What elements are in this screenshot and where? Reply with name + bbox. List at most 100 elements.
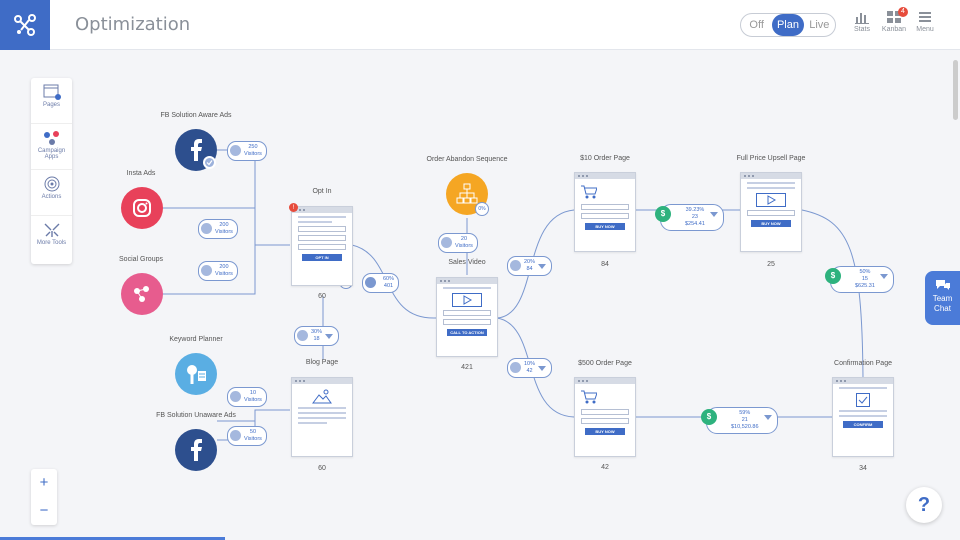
optin-sales-stat[interactable]: 60% 401 <box>362 273 400 293</box>
fb-unaware-visitors[interactable]: 50 Visitors <box>227 426 267 446</box>
dollar-icon: $ <box>825 268 841 284</box>
blog-page[interactable] <box>291 377 353 457</box>
order500-page[interactable]: BUY NOW <box>574 377 636 457</box>
apps-icon <box>43 131 59 145</box>
app-logo[interactable] <box>0 0 50 50</box>
optin-count: 60 <box>318 293 326 300</box>
order10-page[interactable]: BUY NOW <box>574 172 636 252</box>
order500-count: 42 <box>601 464 609 471</box>
order500-label: $500 Order Page <box>578 360 632 367</box>
mode-toggle: Off Plan Live <box>740 13 836 37</box>
sales-video-page[interactable]: CALL TO ACTION <box>436 277 498 357</box>
social-visitors[interactable]: 200 Visitors <box>198 261 238 281</box>
zoom-controls: + − <box>31 469 57 525</box>
order10-count: 84 <box>601 261 609 268</box>
optin-page-button: OPT IN <box>302 254 342 261</box>
page-title: Optimization <box>75 14 191 35</box>
dollar-icon: $ <box>655 206 671 222</box>
keyword-label: Keyword Planner <box>169 336 223 343</box>
social-share-icon <box>134 286 149 302</box>
upsell-label: Full Price Upsell Page <box>736 155 806 162</box>
image-placeholder-icon <box>312 389 332 404</box>
target-icon <box>44 176 59 192</box>
mode-off-button[interactable]: Off <box>741 14 772 36</box>
sales-count: 421 <box>461 364 473 371</box>
kanban-badge: 4 <box>898 7 908 17</box>
keyword-planner-node[interactable] <box>175 353 217 395</box>
tools-icon <box>44 223 59 237</box>
insta-label: Insta Ads <box>126 170 156 177</box>
vertical-scrollbar[interactable] <box>953 60 958 120</box>
order10-revenue[interactable]: $39.23% 23 $254.41 <box>655 204 724 231</box>
dollar-icon: $ <box>701 409 717 425</box>
social-groups-node[interactable] <box>121 273 163 315</box>
upsell-buy-button: BUY NOW <box>751 220 791 227</box>
funnel-network-icon <box>14 14 36 36</box>
blog-label: Blog Page <box>305 359 339 366</box>
confirm-count: 34 <box>859 465 867 472</box>
upsell-count: 25 <box>767 261 775 268</box>
play-video-icon <box>452 293 482 307</box>
fb-unaware-label: FB Solution Unaware Ads <box>156 412 236 419</box>
facebook-icon <box>191 139 202 161</box>
sales-label: Sales Video <box>448 259 486 266</box>
fb-aware-visitors[interactable]: 250 Visitors <box>227 141 267 161</box>
facebook-icon <box>191 439 202 461</box>
fb-aware-label: FB Solution Aware Ads <box>160 112 232 119</box>
campaign-apps-tool[interactable]: Campaign Apps <box>31 124 72 170</box>
mode-live-button[interactable]: Live <box>804 14 835 36</box>
stats-button[interactable]: Stats <box>845 10 879 33</box>
menu-button[interactable]: Menu <box>908 10 942 33</box>
upsell-page[interactable]: BUY NOW <box>740 172 802 252</box>
abandon-zero-stat: 0% <box>475 202 489 216</box>
blog-count: 60 <box>318 465 326 472</box>
instagram-icon <box>133 199 151 217</box>
sales-10-stat[interactable]: 20% 84 <box>507 256 553 276</box>
funnel-canvas[interactable]: FB Solution Aware Ads Insta Ads Social G… <box>0 50 960 540</box>
insta-node[interactable] <box>121 187 163 229</box>
sales-page-button: CALL TO ACTION <box>447 329 487 336</box>
menu-label: Menu <box>916 26 934 33</box>
keyword-visitors[interactable]: 10 Visitors <box>227 387 267 407</box>
play-video-icon <box>756 193 786 207</box>
zoom-out-button[interactable]: − <box>31 497 57 525</box>
shopping-cart-icon <box>581 185 597 199</box>
mode-plan-button[interactable]: Plan <box>772 14 804 36</box>
sequence-flow-icon <box>456 183 478 204</box>
help-button[interactable]: ? <box>906 487 942 523</box>
confirmation-page[interactable]: CONFIRM <box>832 377 894 457</box>
kanban-button[interactable]: 4 Kanban <box>877 7 911 33</box>
order10-label: $10 Order Page <box>580 155 630 162</box>
insta-visitors[interactable]: 200 Visitors <box>198 219 238 239</box>
abandon-label: Order Abandon Sequence <box>426 156 508 163</box>
order10-buy-button: BUY NOW <box>585 223 625 230</box>
optin-page[interactable]: OPT IN <box>291 206 353 286</box>
stats-label: Stats <box>854 26 870 33</box>
shopping-cart-icon <box>581 390 597 404</box>
top-header: Optimization Off Plan Live Stats 4 Kanba… <box>0 0 960 50</box>
fb-unaware-node[interactable] <box>175 429 217 471</box>
actions-tool[interactable]: Actions <box>31 170 72 216</box>
check-badge-icon <box>203 156 216 169</box>
chat-bubbles-icon <box>935 280 950 290</box>
bar-chart-icon <box>855 13 869 24</box>
more-tools-tool[interactable]: More Tools <box>31 216 72 262</box>
checkbox-icon <box>856 393 870 407</box>
left-toolbox: Pages Campaign Apps Actions More Tools <box>31 78 72 264</box>
social-label: Social Groups <box>119 256 163 263</box>
page-add-icon <box>43 84 61 100</box>
order500-revenue[interactable]: $59% 21 $10,520.86 <box>701 407 778 434</box>
confirm-label: Confirmation Page <box>834 360 892 367</box>
team-chat-button[interactable]: Team Chat <box>925 271 960 325</box>
hamburger-icon <box>919 12 931 22</box>
pages-tool[interactable]: Pages <box>31 78 72 124</box>
sales-500-stat[interactable]: 10% 42 <box>507 358 553 378</box>
confirm-button: CONFIRM <box>843 421 883 428</box>
key-icon <box>187 365 206 384</box>
blog-optin-stat[interactable]: 30% 18 <box>294 326 340 346</box>
zoom-in-button[interactable]: + <box>31 469 57 497</box>
optin-label: Opt In <box>312 188 332 195</box>
upsell-revenue[interactable]: $50% 15 $625.31 <box>825 266 894 293</box>
abandon-visitors[interactable]: 20 Visitors <box>438 233 478 253</box>
kanban-label: Kanban <box>881 26 907 33</box>
